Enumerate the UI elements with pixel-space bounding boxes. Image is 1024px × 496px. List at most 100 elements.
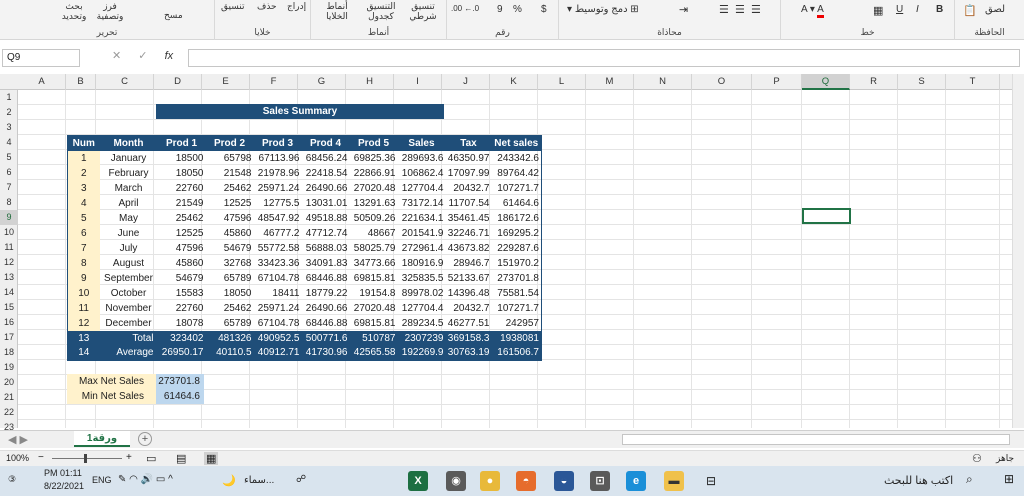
table-cell[interactable]: 18050 xyxy=(206,286,254,301)
table-cell[interactable]: 20432.7 xyxy=(446,301,492,316)
indent-icon[interactable]: ⇥ xyxy=(679,3,688,16)
table-cell[interactable]: 21549 xyxy=(158,196,206,211)
table-cell[interactable]: 481326 xyxy=(205,330,254,346)
table-cell[interactable]: 48667 xyxy=(350,226,398,241)
table-cell[interactable]: 325835.5 xyxy=(398,271,446,286)
table-cell[interactable]: 22760 xyxy=(158,301,206,316)
table-cell[interactable]: 35461.45 xyxy=(446,211,492,226)
table-cell[interactable]: 89978.02 xyxy=(398,286,446,301)
chrome-icon[interactable]: ● xyxy=(480,471,500,491)
table-cell[interactable]: 43673.82 xyxy=(446,241,492,256)
enter-icon[interactable]: ✓ xyxy=(138,50,147,62)
row-header-9[interactable]: 9 xyxy=(0,210,18,225)
table-cell[interactable]: December xyxy=(100,316,158,331)
row-header-17[interactable]: 17 xyxy=(0,330,18,345)
table-cell[interactable]: 48547.92 xyxy=(254,211,302,226)
excel-icon[interactable]: X xyxy=(408,471,428,491)
table-cell[interactable]: Total xyxy=(99,330,158,346)
table-cell[interactable]: 33423.36 xyxy=(254,256,302,271)
store-icon[interactable]: ⊡ xyxy=(590,471,610,491)
table-cell[interactable]: 47596 xyxy=(158,241,206,256)
table-cell[interactable]: 7 xyxy=(67,240,100,256)
cell-styles-button[interactable]: أنماط الخلايا xyxy=(315,1,359,21)
table-cell[interactable]: 41730.96 xyxy=(301,345,350,361)
column-header-a[interactable]: A xyxy=(18,74,66,90)
table-cell[interactable]: 28946.7 xyxy=(446,256,492,271)
format-table-button[interactable]: التنسيق كجدول xyxy=(361,1,401,21)
column-header-r[interactable]: R xyxy=(850,74,898,90)
table-cell[interactable]: 3 xyxy=(67,180,100,196)
column-header-o[interactable]: O xyxy=(692,74,752,90)
table-cell[interactable]: 22866.91 xyxy=(350,166,398,181)
column-header-c[interactable]: C xyxy=(96,74,154,90)
column-header-g[interactable]: G xyxy=(298,74,346,90)
table-cell[interactable]: 4 xyxy=(67,195,100,211)
table-cell[interactable]: 13 xyxy=(67,330,100,346)
table-cell[interactable]: 32246.71 xyxy=(446,226,492,241)
row-header-15[interactable]: 15 xyxy=(0,300,18,315)
table-cell[interactable]: 1938081 xyxy=(491,330,542,346)
column-header-e[interactable]: E xyxy=(202,74,250,90)
table-cell[interactable]: 19154.8 xyxy=(350,286,398,301)
table-cell[interactable]: 45860 xyxy=(158,256,206,271)
table-cell[interactable]: 40110.5 xyxy=(205,345,254,361)
start-icon[interactable]: ⊞ xyxy=(1004,472,1014,486)
app-icon-1[interactable]: ◉ xyxy=(446,471,466,491)
table-cell[interactable]: 65789 xyxy=(206,271,254,286)
table-cell[interactable]: 69825.36 xyxy=(350,151,398,166)
column-header-q[interactable]: Q xyxy=(802,74,850,90)
underline-button[interactable]: U xyxy=(896,4,903,15)
header-cell[interactable]: Prod 4 xyxy=(301,135,350,151)
firefox-icon[interactable]: ◓ xyxy=(516,471,536,491)
row-header-20[interactable]: 20 xyxy=(0,375,18,390)
table-cell[interactable]: 12525 xyxy=(158,226,206,241)
zoom-slider[interactable] xyxy=(52,458,122,459)
table-cell[interactable]: 46350.97 xyxy=(446,151,492,166)
table-cell[interactable]: 12775.5 xyxy=(254,196,302,211)
tab-nav-icon[interactable]: ◀ ▶ xyxy=(8,433,28,446)
header-cell[interactable]: Sales xyxy=(397,135,446,151)
table-cell[interactable]: 127704.4 xyxy=(398,301,446,316)
column-header-i[interactable]: I xyxy=(394,74,442,90)
table-cell[interactable]: 67104.78 xyxy=(254,316,302,331)
table-cell[interactable]: April xyxy=(100,196,158,211)
align-center-icon[interactable]: ☰ xyxy=(735,3,745,16)
table-cell[interactable]: 186172.6 xyxy=(492,211,542,226)
table-cell[interactable]: 13031.01 xyxy=(302,196,350,211)
table-cell[interactable]: 69815.81 xyxy=(350,316,398,331)
table-cell[interactable]: October xyxy=(100,286,158,301)
table-cell[interactable]: 26490.66 xyxy=(302,301,350,316)
table-cell[interactable]: 323402 xyxy=(157,330,206,346)
row-header-1[interactable]: 1 xyxy=(0,90,18,105)
table-cell[interactable]: 26490.66 xyxy=(302,181,350,196)
table-cell[interactable]: 26950.17 xyxy=(157,345,206,361)
min-net-sales-value[interactable]: 61464.6 xyxy=(156,389,204,404)
table-cell[interactable]: 68446.88 xyxy=(302,271,350,286)
row-header-4[interactable]: 4 xyxy=(0,135,18,150)
table-cell[interactable]: July xyxy=(100,241,158,256)
table-cell[interactable]: 46777.2 xyxy=(254,226,302,241)
clock-time[interactable]: PM 01:11 xyxy=(44,468,82,478)
header-cell[interactable]: Month xyxy=(99,135,158,151)
table-cell[interactable]: 369158.3 xyxy=(445,330,492,346)
table-cell[interactable]: 107271.7 xyxy=(492,301,542,316)
table-cell[interactable]: 34773.66 xyxy=(350,256,398,271)
table-cell[interactable]: 500771.6 xyxy=(301,330,350,346)
table-cell[interactable]: 12525 xyxy=(206,196,254,211)
align-right-icon[interactable]: ☰ xyxy=(719,3,729,16)
table-cell[interactable]: 1 xyxy=(67,150,100,166)
table-cell[interactable]: 25462 xyxy=(206,181,254,196)
table-cell[interactable]: 22418.54 xyxy=(302,166,350,181)
table-cell[interactable]: 52133.67 xyxy=(446,271,492,286)
table-cell[interactable]: 25971.24 xyxy=(254,301,302,316)
table-cell[interactable]: 242957 xyxy=(492,316,542,331)
clock-date[interactable]: 8/22/2021 xyxy=(44,481,84,491)
table-cell[interactable]: 243342.6 xyxy=(492,151,542,166)
insert-button[interactable]: إدراج xyxy=(287,1,306,12)
header-cell[interactable]: Tax xyxy=(445,135,492,151)
row-header-5[interactable]: 5 xyxy=(0,150,18,165)
table-cell[interactable]: 201541.9 xyxy=(398,226,446,241)
table-cell[interactable]: August xyxy=(100,256,158,271)
sort-filter-button[interactable]: فرز وتصفية xyxy=(92,1,128,21)
table-cell[interactable]: 89764.42 xyxy=(492,166,542,181)
